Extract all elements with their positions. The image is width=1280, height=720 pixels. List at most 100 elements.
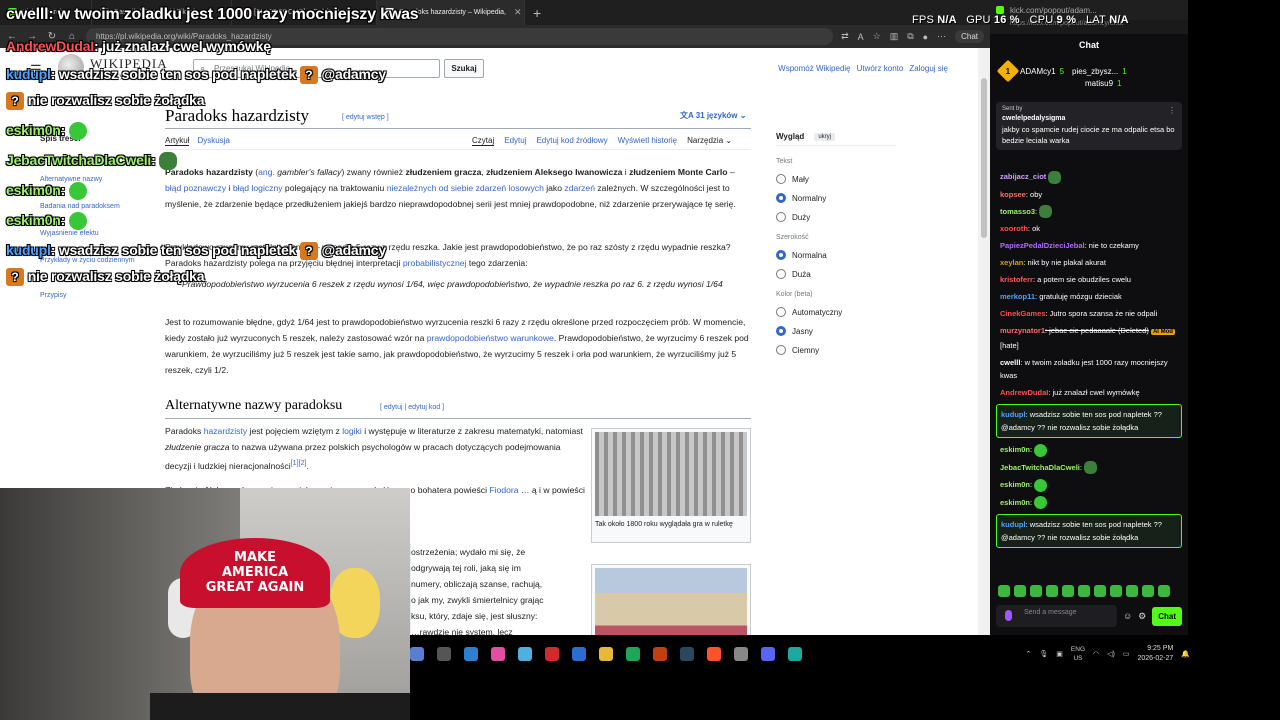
app-icon[interactable] bbox=[626, 647, 640, 661]
chat-username[interactable]: murzynator1 bbox=[1000, 326, 1045, 335]
link-gambler[interactable]: hazardzisty bbox=[204, 426, 247, 436]
toc-item[interactable]: Badania nad paradoksem bbox=[40, 203, 120, 210]
radio-option[interactable]: Normalny bbox=[776, 193, 896, 203]
edge-icon[interactable] bbox=[788, 647, 802, 661]
radio-option[interactable]: Jasny bbox=[776, 326, 896, 336]
radio-checked-icon[interactable] bbox=[776, 250, 786, 260]
app-icon[interactable] bbox=[518, 647, 532, 661]
login-link[interactable]: Zaloguj się bbox=[909, 64, 948, 73]
emote-icon[interactable] bbox=[1078, 585, 1090, 597]
wifi-icon[interactable]: ◠ bbox=[1093, 650, 1099, 658]
app-icon[interactable] bbox=[653, 647, 667, 661]
tab-history[interactable]: Wyświetl historię bbox=[618, 136, 678, 146]
hide-button[interactable]: ukryj bbox=[814, 132, 835, 141]
leader-2[interactable]: pies_zbysz... 1 bbox=[1072, 67, 1127, 76]
link-ang[interactable]: ang. bbox=[258, 167, 275, 177]
chat-username[interactable]: cwelll bbox=[1000, 358, 1020, 367]
radio-option[interactable]: Normalna bbox=[776, 250, 896, 260]
emote-picker-icon[interactable]: ☺ bbox=[1123, 611, 1132, 621]
collections-icon[interactable]: ⧉ bbox=[907, 31, 913, 42]
chat-username[interactable]: kristoferr bbox=[1000, 275, 1033, 284]
tab-read[interactable]: Czytaj bbox=[472, 136, 495, 146]
microphone-icon[interactable]: 🎙 bbox=[1039, 650, 1048, 658]
obs-app-icon[interactable] bbox=[437, 647, 451, 661]
send-chat-button[interactable]: Chat bbox=[1152, 606, 1182, 626]
pin-icon[interactable]: ⋮ bbox=[1168, 106, 1176, 115]
monte-carlo-casino-image[interactable] bbox=[595, 568, 747, 635]
chat-username[interactable]: zabijacz_ciot bbox=[1000, 172, 1046, 181]
discord-icon[interactable] bbox=[761, 647, 775, 661]
chat-username[interactable]: AndrewDudaI bbox=[1000, 388, 1048, 397]
profile-avatar-icon[interactable]: ● bbox=[923, 32, 928, 42]
link-fiodor[interactable]: Fiodora bbox=[489, 485, 518, 495]
app-icon[interactable] bbox=[572, 647, 586, 661]
tab-edit[interactable]: Edytuj bbox=[504, 136, 526, 146]
chat-username[interactable]: merkop11 bbox=[1000, 292, 1035, 301]
chat-username[interactable]: kudupl bbox=[1001, 410, 1026, 419]
edit-intro-link[interactable]: [ edytuj wstęp ] bbox=[342, 114, 389, 121]
emote-icon[interactable] bbox=[1030, 585, 1042, 597]
link-cognitive-bias[interactable]: błąd poznawczy bbox=[165, 183, 226, 193]
favorite-star-icon[interactable]: ☆ bbox=[873, 31, 881, 42]
radio-option[interactable]: Duża bbox=[776, 269, 896, 279]
footnote-link[interactable]: [1][2] bbox=[291, 459, 307, 467]
steam-icon[interactable] bbox=[680, 647, 694, 661]
emote-icon[interactable] bbox=[1142, 585, 1154, 597]
new-tab-button[interactable]: + bbox=[525, 5, 549, 21]
languages-button[interactable]: 文A 31 języków ⌄ bbox=[680, 110, 746, 121]
chat-message-input[interactable]: Send a message bbox=[996, 605, 1117, 627]
chat-username[interactable]: eskim0n bbox=[1000, 480, 1030, 489]
radio-unchecked-icon[interactable] bbox=[776, 174, 786, 184]
radio-option[interactable]: Mały bbox=[776, 174, 896, 184]
tab-edit-source[interactable]: Edytuj kod źródłowy bbox=[536, 136, 607, 146]
app-icon[interactable] bbox=[545, 647, 559, 661]
translate-icon[interactable]: ⇄ bbox=[841, 31, 849, 42]
split-screen-icon[interactable]: ▥ bbox=[890, 31, 899, 42]
emote-icon[interactable] bbox=[1094, 585, 1106, 597]
file-explorer-icon[interactable] bbox=[599, 647, 613, 661]
link-logic[interactable]: logiki bbox=[342, 426, 362, 436]
link-events[interactable]: zdarzeń bbox=[564, 183, 595, 193]
donate-link[interactable]: Wspomóż Wikipedię bbox=[778, 64, 850, 73]
chat-username[interactable]: PapiezPedalDzieciJebal bbox=[1000, 241, 1085, 250]
battery-icon[interactable]: ▭ bbox=[1123, 650, 1130, 658]
tools-dropdown[interactable]: Narzędzia ⌄ bbox=[687, 136, 732, 146]
emote-icon[interactable] bbox=[1158, 585, 1170, 597]
close-tab-icon[interactable]: ✕ bbox=[514, 7, 522, 18]
roulette-1800-image[interactable] bbox=[595, 432, 747, 516]
search-app-icon[interactable] bbox=[410, 647, 424, 661]
create-account-link[interactable]: Utwórz konto bbox=[857, 64, 904, 73]
link-probabilistic[interactable]: probabilistycznej bbox=[403, 258, 467, 268]
tab-talk[interactable]: Dyskusja bbox=[197, 136, 229, 146]
chat-username[interactable]: CinekGames bbox=[1000, 309, 1045, 318]
radio-unchecked-icon[interactable] bbox=[776, 269, 786, 279]
chat-username[interactable]: kopsee bbox=[1000, 190, 1026, 199]
toc-item[interactable]: Wyjaśnienie efektu bbox=[40, 230, 99, 237]
system-clock[interactable]: 9:25 PM 2026-02-27 bbox=[1137, 644, 1173, 664]
toc-item[interactable]: Przypisy bbox=[40, 292, 66, 299]
chat-username[interactable]: eskim0n bbox=[1000, 498, 1030, 507]
radio-checked-icon[interactable] bbox=[776, 193, 786, 203]
tray-app-icon[interactable]: ▣ bbox=[1056, 650, 1063, 658]
leader-1[interactable]: 1 ADAMcy1 5 bbox=[996, 59, 1064, 83]
emote-icon[interactable] bbox=[1046, 585, 1058, 597]
link-independent-events[interactable]: niezależnych od siebie zdarzeń losowych bbox=[387, 183, 544, 193]
radio-option[interactable]: Ciemny bbox=[776, 345, 896, 355]
pinned-user[interactable]: cwelelpedalysigma bbox=[1002, 115, 1176, 122]
brave-icon[interactable] bbox=[707, 647, 721, 661]
microphone-icon[interactable] bbox=[1005, 610, 1012, 621]
chat-username[interactable]: xooroth bbox=[1000, 224, 1028, 233]
emote-icon[interactable] bbox=[1110, 585, 1122, 597]
input-language[interactable]: ENG US bbox=[1071, 645, 1085, 663]
emote-icon[interactable] bbox=[998, 585, 1010, 597]
copilot-chat-button[interactable]: Chat bbox=[955, 30, 984, 43]
radio-option[interactable]: Duży bbox=[776, 212, 896, 222]
chat-username[interactable]: eskim0n bbox=[1000, 445, 1030, 454]
page-scrollbar[interactable] bbox=[978, 48, 990, 635]
app-icon[interactable] bbox=[734, 647, 748, 661]
radio-checked-icon[interactable] bbox=[776, 326, 786, 336]
emote-icon[interactable] bbox=[1126, 585, 1138, 597]
chat-username[interactable]: xeylan bbox=[1000, 258, 1023, 267]
radio-unchecked-icon[interactable] bbox=[776, 307, 786, 317]
radio-unchecked-icon[interactable] bbox=[776, 212, 786, 222]
